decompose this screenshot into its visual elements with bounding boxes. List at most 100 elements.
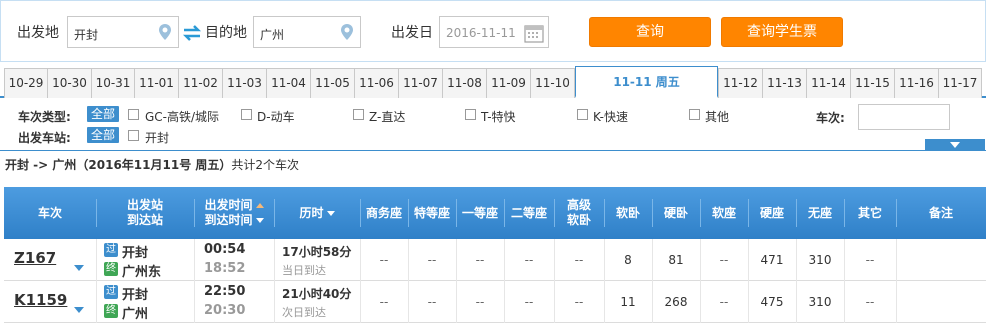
header-soft-sleeper: 软卧 xyxy=(615,205,640,220)
depart-time: 00:54 xyxy=(204,242,246,257)
seat-no-seat: 310 xyxy=(808,253,832,267)
filter-divider xyxy=(0,150,986,151)
seat-hard-sleeper: 81 xyxy=(668,253,684,267)
date-tab[interactable]: 11-12 xyxy=(718,68,763,98)
date-tab[interactable]: 11-05 xyxy=(310,68,355,98)
type-label-t: T-特快 xyxy=(481,110,516,124)
header-duration[interactable]: 历时 xyxy=(274,187,360,239)
date-tab[interactable]: 11-17 xyxy=(938,68,982,98)
terminal-station-icon: 终 xyxy=(104,262,118,276)
date-tab[interactable]: 11-04 xyxy=(266,68,311,98)
date-tab[interactable]: 11-02 xyxy=(178,68,223,98)
header-business: 商务座 xyxy=(365,205,402,220)
from-station[interactable]: 开封 xyxy=(122,284,148,303)
header-other: 其它 xyxy=(857,205,882,220)
station-label-kaifeng: 开封 xyxy=(145,131,170,145)
remark xyxy=(896,239,986,281)
header-hard-sleeper: 硬卧 xyxy=(663,205,688,220)
date-tab[interactable]: 11-08 xyxy=(442,68,487,98)
date-tab[interactable]: 10-29 xyxy=(4,68,48,98)
train-number-link[interactable]: K1159 xyxy=(14,291,67,309)
query-student-button[interactable]: 查询学生票 xyxy=(721,17,843,47)
train-no-input[interactable] xyxy=(858,104,950,130)
header-stations: 出发站 到达站 xyxy=(126,198,163,227)
seat-business: -- xyxy=(379,295,389,309)
train-type-all-tag[interactable]: 全部 xyxy=(87,106,120,122)
type-label-k: K-快速 xyxy=(593,110,628,124)
pass-station-icon: 过 xyxy=(104,285,118,299)
seat-first: -- xyxy=(475,253,485,267)
location-pin-icon[interactable] xyxy=(340,23,354,41)
station-all-tag[interactable]: 全部 xyxy=(87,127,120,143)
table-row: K1159 过 开封 终 广州 22:50 20:30 21小时40分 次日到达… xyxy=(4,281,986,323)
remark xyxy=(896,281,986,323)
route-summary: 开封 -> 广州（2016年11月11号 周五）共计2个车次 xyxy=(5,156,299,173)
from-station[interactable]: 开封 xyxy=(122,242,148,261)
sort-asc-icon xyxy=(255,203,264,208)
sort-desc-icon xyxy=(326,210,335,216)
type-checkbox-k[interactable] xyxy=(577,109,588,120)
station-label: 出发车站: xyxy=(18,131,71,145)
to-station-input[interactable]: 广州 xyxy=(253,16,361,48)
type-label-gc: GC-高铁/城际 xyxy=(145,110,220,124)
expand-stops-icon[interactable] xyxy=(74,307,84,313)
date-tab[interactable]: 11-03 xyxy=(222,68,267,98)
to-station[interactable]: 广州东 xyxy=(122,261,161,280)
type-checkbox-gc[interactable] xyxy=(128,109,139,120)
arrive-day-note: 次日到达 xyxy=(282,306,326,319)
seat-soft-sleeper: 11 xyxy=(620,295,636,309)
seat-adv-soft-sleeper: -- xyxy=(574,295,584,309)
date-tab-active[interactable]: 11-11 周五 xyxy=(575,66,718,98)
date-tab[interactable]: 11-07 xyxy=(398,68,443,98)
pass-station-icon: 过 xyxy=(104,243,118,257)
date-tabs: 10-29 10-30 10-31 11-01 11-02 11-03 11-0… xyxy=(0,66,986,98)
date-tab[interactable]: 11-15 xyxy=(850,68,895,98)
seat-soft-sleeper: 8 xyxy=(624,253,632,267)
date-tab[interactable]: 11-16 xyxy=(894,68,939,98)
type-checkbox-t[interactable] xyxy=(465,109,476,120)
date-tab[interactable]: 11-14 xyxy=(806,68,851,98)
train-number-link[interactable]: Z167 xyxy=(14,249,56,267)
header-times[interactable]: 出发时间 到达时间 xyxy=(194,187,274,239)
calendar-icon[interactable] xyxy=(524,23,544,43)
header-second: 二等座 xyxy=(510,205,547,220)
header-hard-seat: 硬座 xyxy=(759,205,784,220)
chevron-down-icon xyxy=(950,142,960,148)
date-tab[interactable]: 11-10 xyxy=(530,68,575,98)
date-value: 2016-11-11 xyxy=(446,26,516,40)
date-tab[interactable]: 11-06 xyxy=(354,68,399,98)
date-tab[interactable]: 11-09 xyxy=(486,68,531,98)
location-pin-icon[interactable] xyxy=(158,23,172,41)
station-checkbox-kaifeng[interactable] xyxy=(128,130,139,141)
type-checkbox-z[interactable] xyxy=(353,109,364,120)
seat-hard-seat: 475 xyxy=(760,295,784,309)
header-no-seat: 无座 xyxy=(807,205,832,220)
header-remark: 备注 xyxy=(928,205,953,220)
date-tab[interactable]: 10-31 xyxy=(91,68,135,98)
header-train: 车次 xyxy=(37,205,62,220)
seat-special: -- xyxy=(427,295,437,309)
date-tab[interactable]: 11-01 xyxy=(134,68,179,98)
type-checkbox-other[interactable] xyxy=(689,109,700,120)
query-button[interactable]: 查询 xyxy=(589,17,711,47)
expand-stops-icon[interactable] xyxy=(74,265,84,271)
from-station-input[interactable]: 开封 xyxy=(67,16,179,48)
seat-soft-seat: -- xyxy=(719,253,729,267)
from-station-value: 开封 xyxy=(74,28,99,42)
duration: 17小时58分 xyxy=(282,245,352,259)
from-label: 出发地 xyxy=(17,25,59,41)
seat-business: -- xyxy=(379,253,389,267)
header-soft-seat: 软座 xyxy=(711,205,736,220)
swap-icon[interactable] xyxy=(181,24,203,42)
to-station[interactable]: 广州 xyxy=(122,303,148,322)
route-text: 开封 -> 广州（2016年11月11号 周五） xyxy=(5,158,232,172)
date-tab[interactable]: 10-30 xyxy=(47,68,92,98)
date-input[interactable]: 2016-11-11 xyxy=(439,16,549,48)
seat-second: -- xyxy=(524,253,534,267)
type-checkbox-d[interactable] xyxy=(241,109,252,120)
train-type-label: 车次类型: xyxy=(18,110,71,124)
results-table-header: 车次 出发站 到达站 出发时间 到达时间 历时 商务座 特等座 一等座 二等座 高级… xyxy=(4,187,986,239)
date-tab[interactable]: 11-13 xyxy=(762,68,807,98)
type-label-d: D-动车 xyxy=(257,110,295,124)
type-label-z: Z-直达 xyxy=(369,110,406,124)
